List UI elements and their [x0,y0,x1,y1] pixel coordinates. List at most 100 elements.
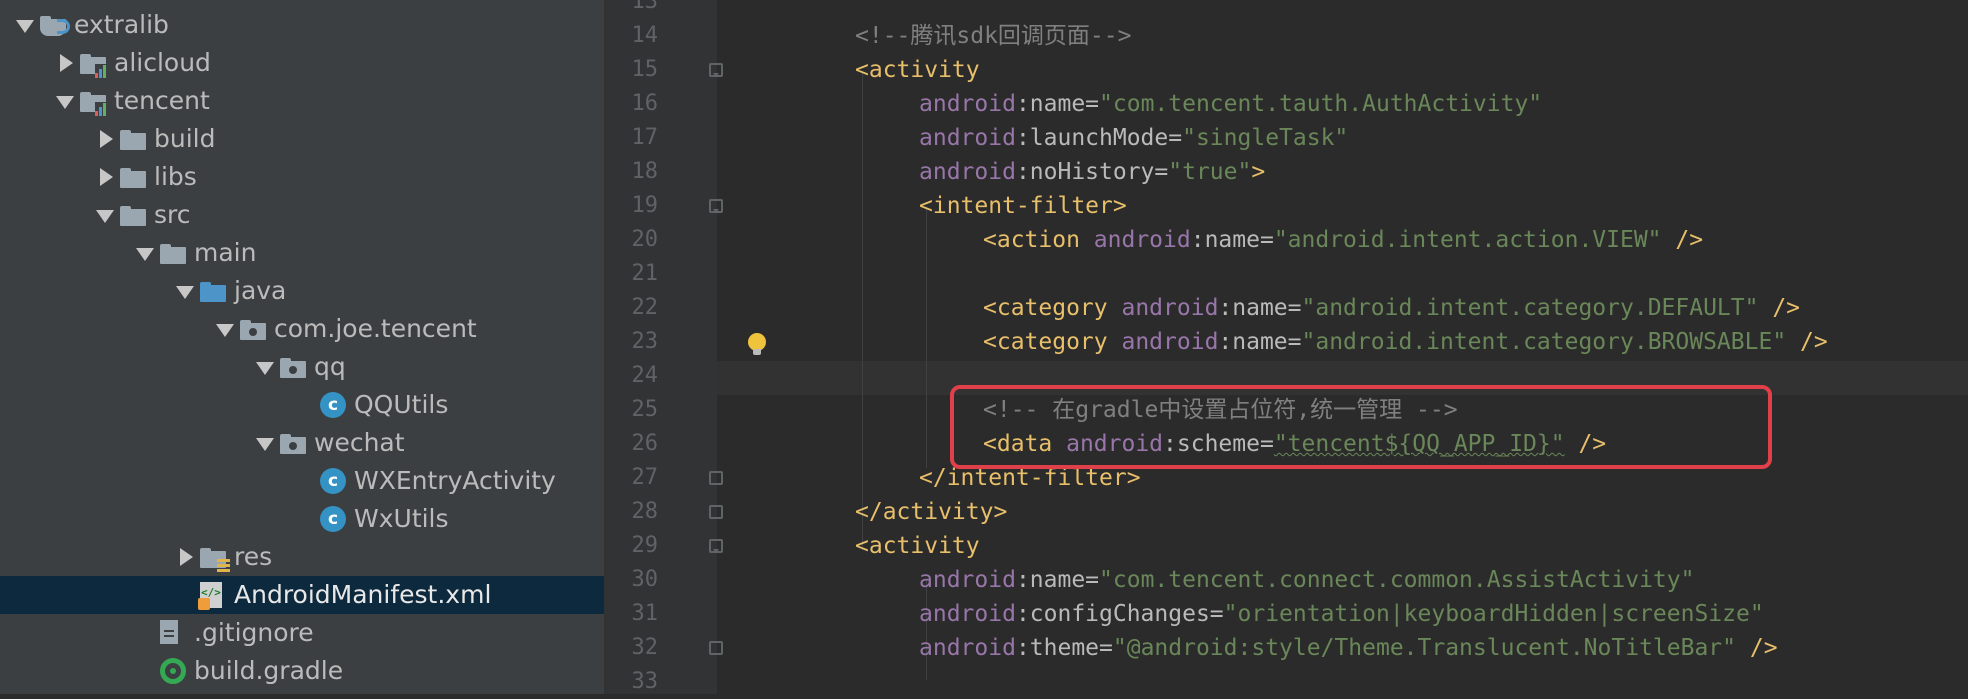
fold-marker-icon[interactable] [709,539,723,553]
xml-punct: /> [1661,227,1704,253]
tree-item-label: qq [314,352,346,381]
tree-item[interactable]: alicloud [0,44,604,82]
tree-item-label: java [234,276,287,305]
lightbulb-icon[interactable] [748,333,766,355]
xml-namespace: android [919,601,1016,627]
xml-tag: <category [983,295,1122,321]
xml-tag: <intent-filter> [919,193,1127,219]
tree-item[interactable]: build [0,120,604,158]
xml-value: "com.tencent.tauth.AuthActivity" [1099,91,1543,117]
code-line-15[interactable]: <activity [855,53,980,87]
module-folder-icon [80,88,109,116]
tree-item[interactable]: src [0,196,604,234]
line-number: 20 [631,227,659,252]
code-line-17[interactable]: android:launchMode="singleTask" [919,121,1348,155]
line-number: 25 [631,397,659,422]
chevron-down-icon[interactable] [252,348,278,386]
chevron-down-icon[interactable] [12,6,38,44]
chevron-down-icon[interactable] [172,272,198,310]
tree-item[interactable]: c WxUtils [0,500,604,538]
tree-item-label: build [154,124,216,153]
tree-item-label: wechat [314,428,405,457]
chevron-down-icon[interactable] [212,310,238,348]
tree-item[interactable]: build.gradle [0,652,604,690]
tree-item-label: res [234,542,273,571]
folder-icon [120,164,146,190]
tree-item[interactable]: main [0,234,604,272]
tree-item[interactable]: extralib [0,6,604,44]
tree-item-label: extralib [74,10,169,39]
tree-item-label: WxUtils [354,504,449,533]
line-number: 23 [631,329,659,354]
fold-marker-icon[interactable] [709,471,723,485]
line-number: 28 [631,499,659,524]
code-line-28[interactable]: </activity> [855,495,1007,529]
tree-item[interactable]: AndroidManifest.xml [0,576,604,614]
fold-marker-icon[interactable] [709,641,723,655]
line-number: 30 [631,567,659,592]
code-line-14[interactable]: <!--腾讯sdk回调页面--> [855,19,1131,53]
code-line-19[interactable]: <intent-filter> [919,189,1127,223]
java-class-icon: c [320,468,346,494]
chevron-right-icon[interactable] [92,120,118,158]
tree-item[interactable]: com.joe.tencent [0,310,604,348]
code-line-20[interactable]: <action android:name="android.intent.act… [983,223,1703,257]
chevron-down-icon[interactable] [52,82,78,120]
code-line-18[interactable]: android:noHistory="true"> [919,155,1265,189]
fold-marker-icon[interactable] [709,505,723,519]
chevron-right-icon[interactable] [92,158,118,196]
tree-item[interactable]: qq [0,348,604,386]
tree-item-label: main [194,238,257,267]
xml-tag: <activity [855,533,980,559]
tree-item[interactable]: c QQUtils [0,386,604,424]
module-folder-icon [80,50,109,78]
fold-marker-icon[interactable] [709,199,723,213]
line-number: 17 [631,125,659,150]
xml-namespace: android [919,125,1016,151]
code-line-22[interactable]: <category android:name="android.intent.c… [983,291,1800,325]
line-number: 19 [631,193,659,218]
folder-icon [120,126,146,152]
code-line-23[interactable]: <category android:name="android.intent.c… [983,325,1828,359]
tree-item-label: tencent [114,86,210,115]
line-number: 14 [631,23,659,48]
xml-value: "android.intent.action.VIEW" [1273,227,1662,253]
chevron-right-icon[interactable] [52,44,78,82]
tree-item[interactable]: libs [0,158,604,196]
code-line-32[interactable]: android:theme="@android:style/Theme.Tran… [919,631,1778,665]
tree-item-label: build.gradle [194,656,344,685]
code-line-31[interactable]: android:configChanges="orientation|keybo… [919,597,1764,631]
chevron-down-icon[interactable] [252,424,278,462]
xml-attribute: :name= [1190,227,1274,253]
xml-value: "android.intent.category.DEFAULT" [1301,295,1759,321]
fold-marker-icon[interactable] [709,63,723,77]
package-icon [280,430,306,456]
tree-item[interactable]: .gitignore [0,614,604,652]
xml-namespace: android [1121,295,1219,321]
java-class-icon: c [320,392,346,418]
chevron-right-icon[interactable] [172,538,198,576]
code-line-30[interactable]: android:name="com.tencent.connect.common… [919,563,1694,597]
tree-item[interactable]: wechat [0,424,604,462]
xml-namespace: android [919,159,1016,185]
xml-value: "@android:style/Theme.Translucent.NoTitl… [1112,635,1736,661]
xml-attribute: :name= [1015,567,1100,593]
xml-attribute: :name= [1218,329,1302,355]
tree-item[interactable]: res [0,538,604,576]
xml-punct: /> [1786,329,1828,355]
code-line-29[interactable]: <activity [855,529,980,563]
chevron-down-icon[interactable] [132,234,158,272]
line-number: 22 [631,295,659,320]
tree-item-label: com.joe.tencent [274,314,477,343]
xml-attribute: :theme= [1015,635,1113,661]
tree-item-label: alicloud [114,48,211,77]
tree-item[interactable]: tencent [0,82,604,120]
xml-punct: /> [1736,635,1778,661]
code-line-16[interactable]: android:name="com.tencent.tauth.AuthActi… [919,87,1542,121]
line-number: 21 [631,261,659,286]
tree-item-label: src [154,200,191,229]
tree-item[interactable]: java [0,272,604,310]
chevron-down-icon[interactable] [92,196,118,234]
tree-item[interactable]: c WXEntryActivity [0,462,604,500]
tree-item-label: QQUtils [354,390,449,419]
